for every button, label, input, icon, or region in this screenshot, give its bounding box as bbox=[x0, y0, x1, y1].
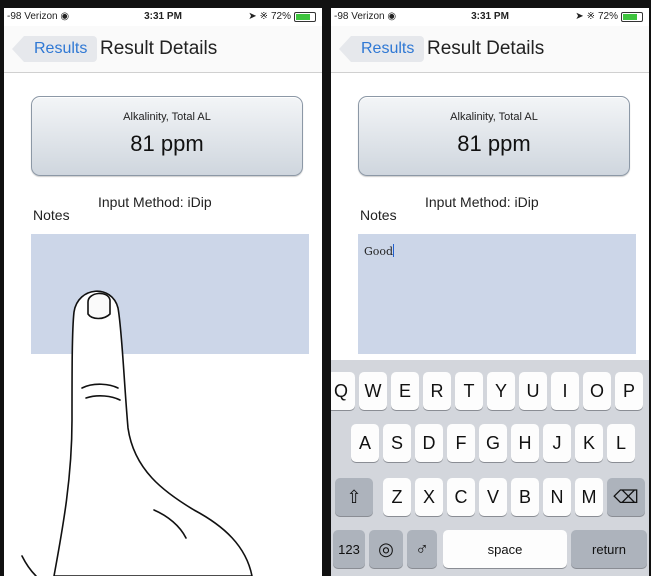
result-name: Alkalinity, Total AL bbox=[123, 111, 211, 123]
notes-text-wrap: Good bbox=[364, 244, 395, 258]
wifi-icon: ◉ bbox=[60, 11, 70, 22]
location-arrow-icon: ➤ bbox=[248, 11, 257, 22]
results-back-button[interactable]: Results bbox=[339, 36, 425, 62]
microphone-icon: ♂ bbox=[415, 538, 429, 559]
status-time: 3:31 PM bbox=[471, 11, 509, 22]
key-f[interactable]: F bbox=[447, 424, 475, 462]
notes-label: Notes bbox=[360, 207, 397, 223]
key-q[interactable]: Q bbox=[331, 372, 355, 410]
key-j[interactable]: J bbox=[543, 424, 571, 462]
key-s[interactable]: S bbox=[383, 424, 411, 462]
status-bar: -98 Verizon ◉ 3:31 PM ➤ ※ 72% bbox=[4, 8, 322, 26]
battery-percent: 72% bbox=[597, 11, 618, 22]
location-arrow-icon: ➤ bbox=[575, 11, 584, 22]
result-card[interactable]: Alkalinity, Total AL 81 ppm bbox=[358, 96, 630, 176]
status-indicators: ➤ ※ 72% bbox=[575, 11, 643, 22]
microphone-key[interactable]: ♂ bbox=[407, 530, 437, 568]
on-screen-keyboard: Q W E R T Y U I O P A S D F G H J K L ⇧ Z X C V B N M ⌫ 123 ◎ ♂ space re… bbox=[331, 360, 649, 576]
bluetooth-icon: ※ bbox=[259, 11, 268, 22]
globe-icon: ◎ bbox=[378, 538, 394, 559]
shift-key[interactable]: ⇧ bbox=[335, 478, 373, 516]
return-key[interactable]: return bbox=[571, 530, 647, 568]
key-a[interactable]: A bbox=[351, 424, 379, 462]
input-method-label: Input Method: iDip bbox=[425, 194, 539, 210]
key-r[interactable]: R bbox=[423, 372, 451, 410]
key-p[interactable]: P bbox=[615, 372, 643, 410]
shift-icon: ⇧ bbox=[346, 486, 362, 507]
space-key[interactable]: space bbox=[443, 530, 567, 568]
navigation-bar: Results Result Details bbox=[4, 26, 322, 73]
key-h[interactable]: H bbox=[511, 424, 539, 462]
key-t[interactable]: T bbox=[455, 372, 483, 410]
battery-icon bbox=[294, 11, 316, 22]
key-b[interactable]: B bbox=[511, 478, 539, 516]
key-c[interactable]: C bbox=[447, 478, 475, 516]
input-method-label: Input Method: iDip bbox=[98, 194, 212, 210]
key-k[interactable]: K bbox=[575, 424, 603, 462]
carrier-label: -98 Verizon ◉ bbox=[334, 11, 396, 22]
notes-text-area[interactable]: Good bbox=[358, 234, 636, 354]
key-u[interactable]: U bbox=[519, 372, 547, 410]
globe-key[interactable]: ◎ bbox=[369, 530, 403, 568]
key-y[interactable]: Y bbox=[487, 372, 515, 410]
status-bar: -98 Verizon ◉ 3:31 PM ➤ ※ 72% bbox=[331, 8, 649, 26]
battery-icon bbox=[621, 11, 643, 22]
bluetooth-icon: ※ bbox=[586, 11, 595, 22]
page-title: Result Details bbox=[427, 38, 545, 59]
key-d[interactable]: D bbox=[415, 424, 443, 462]
status-indicators: ➤ ※ 72% bbox=[248, 11, 316, 22]
text-caret bbox=[393, 244, 395, 257]
wifi-icon: ◉ bbox=[387, 11, 397, 22]
key-v[interactable]: V bbox=[479, 478, 507, 516]
key-l[interactable]: L bbox=[607, 424, 635, 462]
phone-screen-left: -98 Verizon ◉ 3:31 PM ➤ ※ 72% Results Re… bbox=[4, 8, 322, 576]
key-m[interactable]: M bbox=[575, 478, 603, 516]
key-x[interactable]: X bbox=[415, 478, 443, 516]
results-back-button[interactable]: Results bbox=[12, 36, 98, 62]
key-i[interactable]: I bbox=[551, 372, 579, 410]
key-n[interactable]: N bbox=[543, 478, 571, 516]
result-value: 81 ppm bbox=[130, 131, 204, 156]
key-z[interactable]: Z bbox=[383, 478, 411, 516]
result-card[interactable]: Alkalinity, Total AL 81 ppm bbox=[31, 96, 303, 176]
key-g[interactable]: G bbox=[479, 424, 507, 462]
result-value: 81 ppm bbox=[457, 131, 531, 156]
notes-text: Good bbox=[364, 245, 394, 258]
carrier-text: -98 Verizon bbox=[334, 11, 385, 22]
delete-key[interactable]: ⌫ bbox=[607, 478, 645, 516]
navigation-bar: Results Result Details bbox=[331, 26, 649, 73]
notes-label: Notes bbox=[33, 207, 70, 223]
key-w[interactable]: W bbox=[359, 372, 387, 410]
battery-percent: 72% bbox=[270, 11, 291, 22]
key-e[interactable]: E bbox=[391, 372, 419, 410]
result-name: Alkalinity, Total AL bbox=[450, 111, 538, 123]
tapping-finger-illustration bbox=[21, 290, 253, 576]
delete-icon: ⌫ bbox=[613, 486, 639, 507]
carrier-label: -98 Verizon ◉ bbox=[7, 11, 69, 22]
status-time: 3:31 PM bbox=[144, 11, 182, 22]
phone-screen-right: -98 Verizon ◉ 3:31 PM ➤ ※ 72% Results Re… bbox=[331, 8, 649, 576]
page-title: Result Details bbox=[100, 38, 218, 59]
carrier-text: -98 Verizon bbox=[7, 11, 58, 22]
key-o[interactable]: O bbox=[583, 372, 611, 410]
numbers-key[interactable]: 123 bbox=[333, 530, 365, 568]
